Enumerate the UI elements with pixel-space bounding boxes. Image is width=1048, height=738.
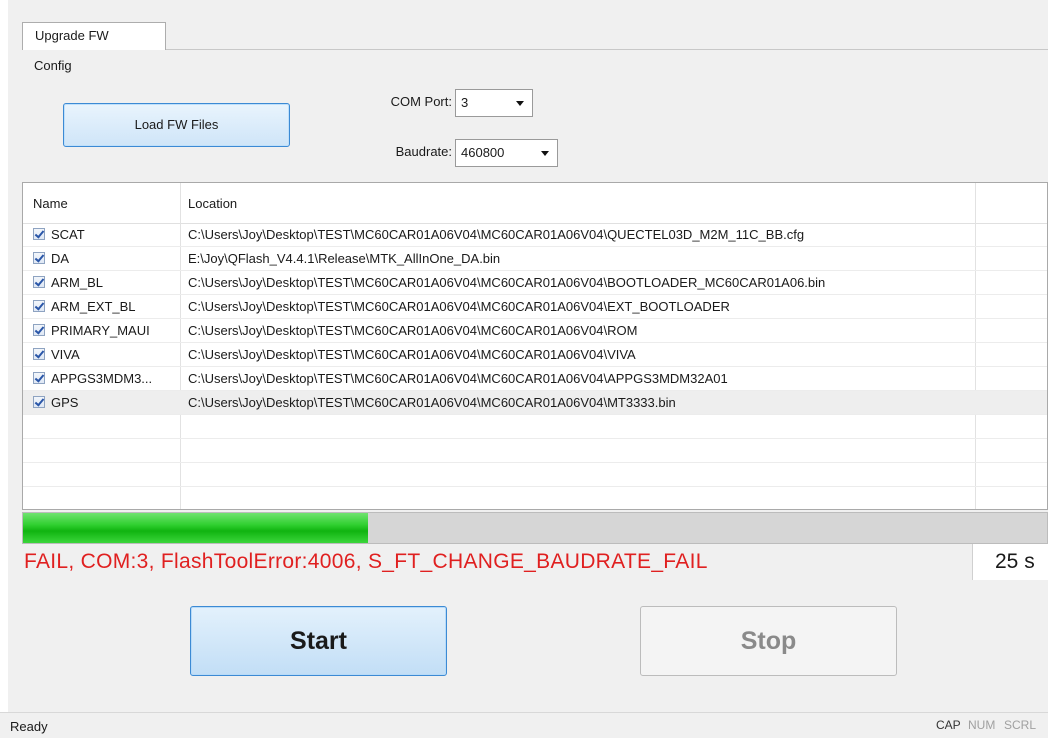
fw-files-table: Name Location SCAT C:\Users\Joy\Desktop\T… bbox=[22, 182, 1048, 510]
row-checkbox[interactable] bbox=[33, 252, 45, 264]
row-checkbox[interactable] bbox=[33, 396, 45, 408]
cell-name: ARM_BL bbox=[51, 275, 104, 290]
row-checkbox[interactable] bbox=[33, 300, 45, 312]
status-bar: Ready CAP NUM SCRL bbox=[0, 712, 1048, 738]
cell-location: C:\Users\Joy\Desktop\TEST\MC60CAR01A06V0… bbox=[188, 395, 676, 410]
table-row[interactable]: ARM_EXT_BL C:\Users\Joy\Desktop\TEST\MC60… bbox=[23, 295, 1047, 319]
cell-location: C:\Users\Joy\Desktop\TEST\MC60CAR01A06V0… bbox=[188, 371, 728, 386]
com-port-value: 3 bbox=[461, 95, 469, 110]
row-checkbox[interactable] bbox=[33, 348, 45, 360]
cell-name: GPS bbox=[51, 395, 79, 410]
table-row[interactable]: SCAT C:\Users\Joy\Desktop\TEST\MC60CAR01A… bbox=[23, 223, 1047, 247]
table-row[interactable]: VIVA C:\Users\Joy\Desktop\TEST\MC60CAR01A… bbox=[23, 343, 1047, 367]
config-group-label: Config bbox=[34, 58, 72, 73]
com-port-select[interactable]: 3 bbox=[455, 89, 533, 117]
cell-location: C:\Users\Joy\Desktop\TEST\MC60CAR01A06V0… bbox=[188, 275, 826, 290]
cell-location: C:\Users\Joy\Desktop\TEST\MC60CAR01A06V0… bbox=[188, 323, 638, 338]
empty-row bbox=[23, 415, 1047, 439]
baudrate-value: 460800 bbox=[461, 145, 505, 160]
cap-indicator: CAP bbox=[936, 718, 961, 732]
table-row[interactable]: APPGS3MDM3... C:\Users\Joy\Desktop\TEST\M… bbox=[23, 367, 1047, 391]
row-checkbox[interactable] bbox=[33, 228, 45, 240]
load-fw-files-button[interactable]: Load FW Files bbox=[63, 103, 290, 147]
com-port-label: COM Port: bbox=[390, 94, 452, 109]
cell-location: E:\Joy\QFlash_V4.4.1\Release\MTK_AllInOn… bbox=[188, 251, 501, 266]
progress-fill bbox=[23, 513, 369, 543]
cell-name: VIVA bbox=[51, 347, 80, 362]
column-header-name[interactable]: Name bbox=[33, 196, 68, 211]
cell-name: APPGS3MDM3... bbox=[51, 371, 153, 386]
baudrate-label: Baudrate: bbox=[395, 144, 452, 159]
column-header-location[interactable]: Location bbox=[188, 196, 237, 211]
row-checkbox[interactable] bbox=[33, 276, 45, 288]
progress-bar bbox=[22, 512, 1048, 544]
elapsed-time: 25 s bbox=[972, 544, 1048, 580]
scrl-indicator: SCRL bbox=[1004, 718, 1037, 732]
empty-row bbox=[23, 487, 1047, 509]
chevron-down-icon bbox=[541, 151, 549, 156]
cell-name: DA bbox=[51, 251, 70, 266]
tab-upgrade-fw[interactable]: Upgrade FW bbox=[22, 22, 166, 50]
stop-button[interactable]: Stop bbox=[640, 606, 897, 676]
num-indicator: NUM bbox=[968, 718, 996, 732]
cell-location: C:\Users\Joy\Desktop\TEST\MC60CAR01A06V0… bbox=[188, 227, 805, 242]
empty-row bbox=[23, 463, 1047, 487]
baudrate-select[interactable]: 460800 bbox=[455, 139, 558, 167]
status-bar-text: Ready bbox=[10, 719, 48, 734]
cell-name: ARM_EXT_BL bbox=[51, 299, 136, 314]
cell-name: PRIMARY_MAUI bbox=[51, 323, 150, 338]
row-checkbox[interactable] bbox=[33, 372, 45, 384]
cell-name: SCAT bbox=[51, 227, 85, 242]
start-button[interactable]: Start bbox=[190, 606, 447, 676]
status-message: FAIL, COM:3, FlashToolError:4006, S_FT_C… bbox=[24, 550, 708, 573]
cell-location: C:\Users\Joy\Desktop\TEST\MC60CAR01A06V0… bbox=[188, 347, 636, 362]
chevron-down-icon bbox=[516, 101, 524, 106]
cell-location: C:\Users\Joy\Desktop\TEST\MC60CAR01A06V0… bbox=[188, 299, 730, 314]
row-checkbox[interactable] bbox=[33, 324, 45, 336]
table-header: Name Location bbox=[23, 183, 1047, 224]
table-row[interactable]: DA E:\Joy\QFlash_V4.4.1\Release\MTK_AllIn… bbox=[23, 247, 1047, 271]
table-row[interactable]: PRIMARY_MAUI C:\Users\Joy\Desktop\TEST\MC… bbox=[23, 319, 1047, 343]
table-row[interactable]: ARM_BL C:\Users\Joy\Desktop\TEST\MC60CAR0… bbox=[23, 271, 1047, 295]
empty-row bbox=[23, 439, 1047, 463]
table-row[interactable]: GPS C:\Users\Joy\Desktop\TEST\MC60CAR01A0… bbox=[23, 391, 1047, 415]
